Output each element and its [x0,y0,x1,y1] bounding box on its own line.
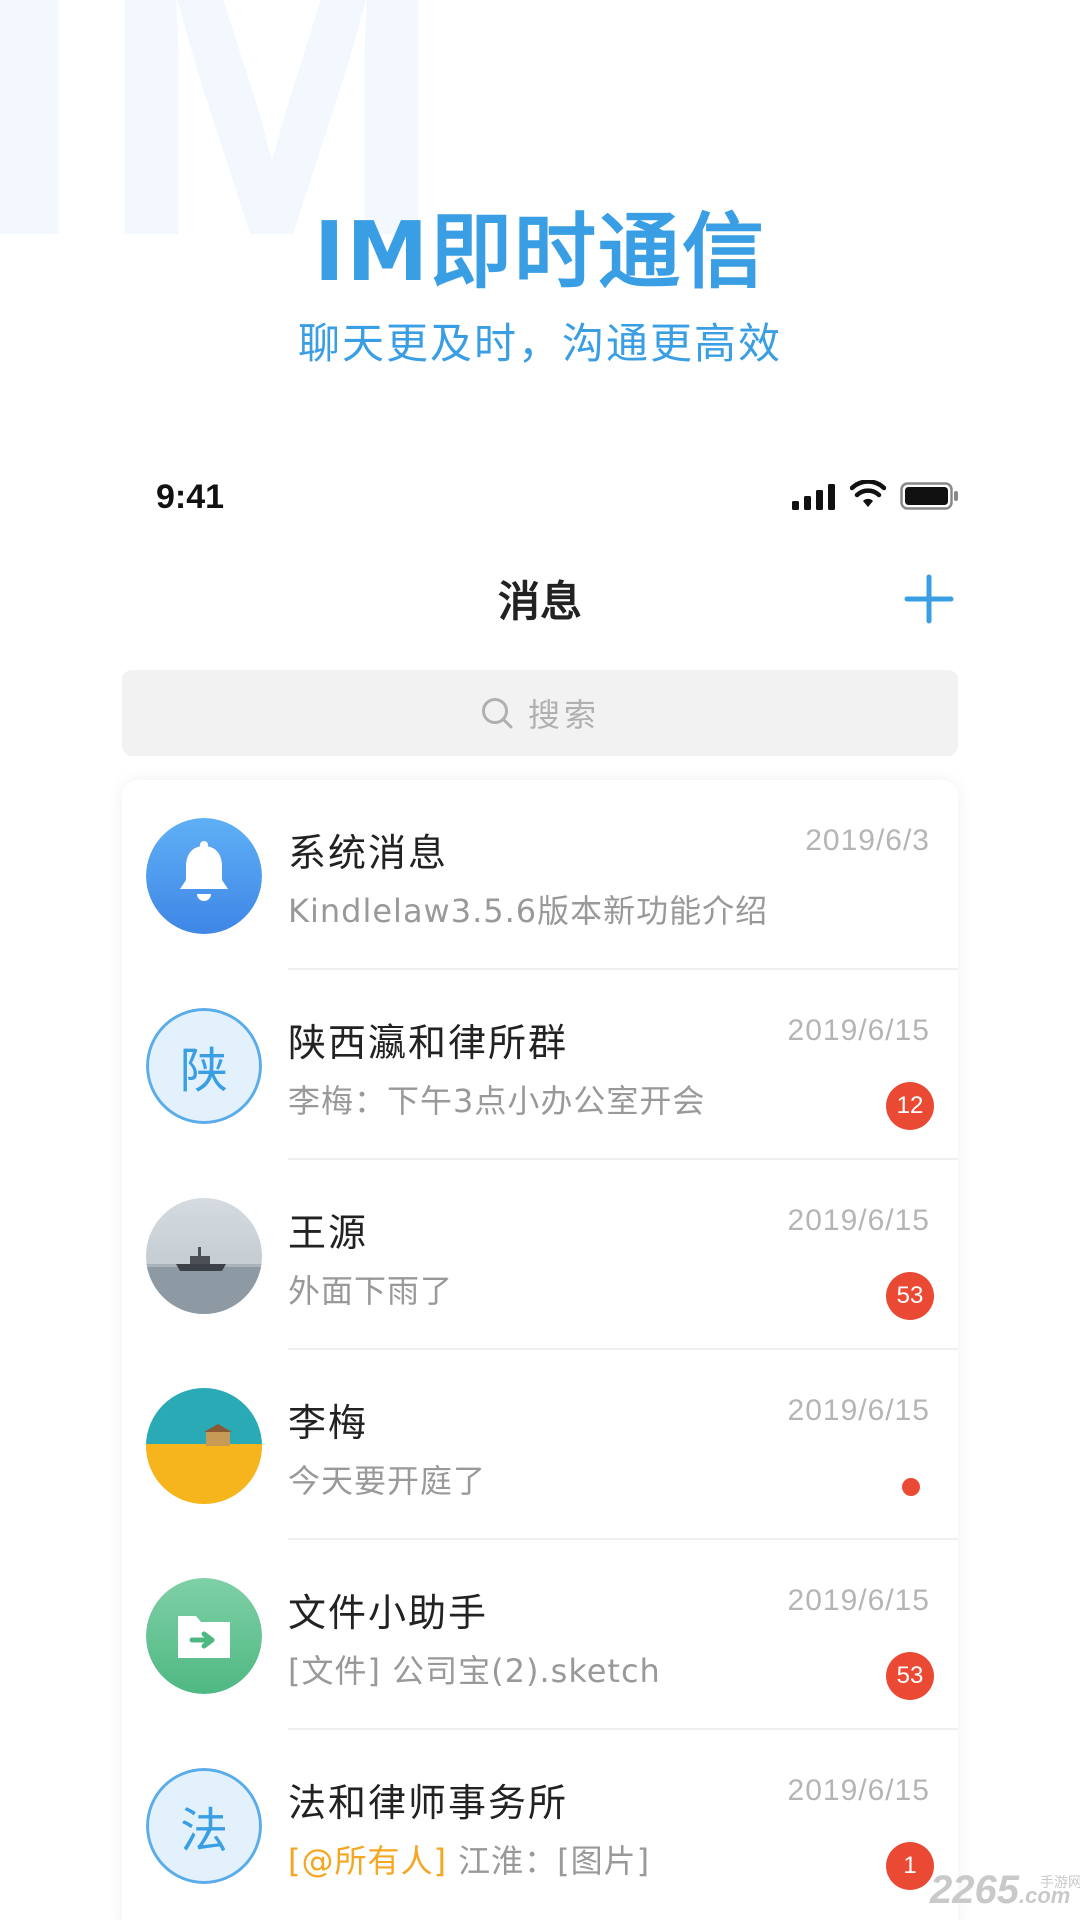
search-icon [481,698,513,729]
conversation-time: 2019/6/15 [787,1204,930,1237]
conversation-name: 文件小助手 [288,1591,489,1635]
beach-photo [146,1388,262,1504]
conversation-item-file-assistant[interactable]: 文件小助手 2019/6/15 [文件] 公司宝(2).sketch 53 [122,1540,958,1730]
boat-photo [146,1198,262,1314]
status-time: 9:41 [156,478,225,516]
folder-icon [146,1578,262,1694]
battery-icon [900,482,958,510]
conversation-preview: 外面下雨了 [288,1272,454,1310]
logo-number: 2265 [930,1868,1019,1912]
unread-badge: 1 [886,1842,934,1890]
promo-subtitle: 聊天更及时，沟通更高效 [297,319,782,368]
avatar [146,1388,262,1504]
logo-caption: 手游网 [1040,1874,1080,1890]
conversation-item-contact[interactable]: 李梅 2019/6/15 今天要开庭了 [122,1350,958,1540]
avatar [146,1198,262,1314]
conversation-name: 李梅 [288,1401,369,1445]
plus-icon[interactable] [904,574,954,624]
conversation-time: 2019/6/15 [787,1584,930,1617]
promo-title: IM即时通信 [313,205,767,300]
conversation-time: 2019/6/15 [787,1774,930,1807]
conversation-item-group[interactable]: 法 法和律师事务所 2019/6/15 [@所有人] 江淮：[图片] 1 [122,1730,958,1920]
mention-tag: [@所有人] [288,1842,447,1880]
unread-badge: 53 [886,1272,934,1320]
preview-text: 江淮：[图片] [446,1842,651,1880]
conversation-name: 法和律师事务所 [288,1781,569,1825]
unread-badge: 12 [886,1082,934,1130]
conversation-name: 陕西瀛和律所群 [288,1021,569,1065]
signal-icon [792,484,835,510]
avatar-letter: 法 [146,1768,262,1884]
conversation-name: 王源 [288,1211,369,1255]
avatar [146,1578,262,1694]
search-placeholder: 搜索 [527,696,600,734]
avatar-letter: 陕 [146,1008,262,1124]
avatar [146,818,262,934]
wifi-icon [850,480,886,507]
conversation-list: 系统消息 2019/6/3 Kindlelaw3.5.6版本新功能介绍 陕 陕西… [122,780,958,1920]
conversation-preview: Kindlelaw3.5.6版本新功能介绍 [288,892,769,930]
conversation-preview: 今天要开庭了 [288,1462,487,1500]
unread-dot [902,1478,920,1496]
conversation-preview: 李梅：下午3点小办公室开会 [288,1082,706,1120]
bell-icon [146,818,262,934]
unread-badge: 53 [886,1652,934,1700]
avatar: 法 [146,1768,262,1884]
conversation-time: 2019/6/15 [787,1394,930,1427]
site-watermark-logo: 2265.com 手游网 [930,1868,1080,1913]
conversation-name: 系统消息 [288,831,449,875]
conversation-item-contact[interactable]: 王源 2019/6/15 外面下雨了 53 [122,1160,958,1350]
screen: IM IM即时通信 聊天更及时，沟通更高效 9:41 消息 搜索 系统消息 20… [0,0,1080,1920]
conversation-preview: [@所有人] 江淮：[图片] [288,1836,650,1882]
conversation-preview: [文件] 公司宝(2).sketch [288,1652,661,1690]
search-input[interactable]: 搜索 [122,670,958,756]
conversation-item-group[interactable]: 陕 陕西瀛和律所群 2019/6/15 李梅：下午3点小办公室开会 12 [122,970,958,1160]
conversation-item-system[interactable]: 系统消息 2019/6/3 Kindlelaw3.5.6版本新功能介绍 [122,780,958,970]
avatar: 陕 [146,1008,262,1124]
conversation-time: 2019/6/15 [787,1014,930,1047]
conversation-time: 2019/6/3 [805,824,930,857]
